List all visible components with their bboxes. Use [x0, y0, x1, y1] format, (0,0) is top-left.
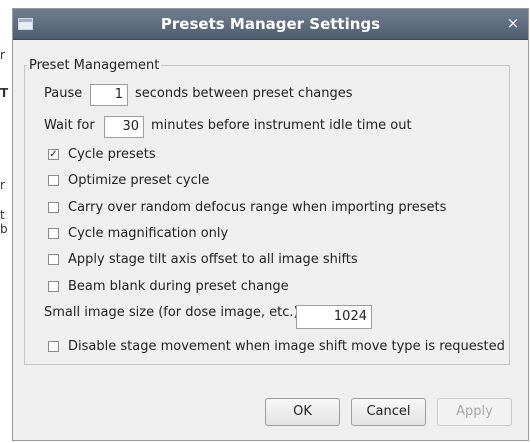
small-image-size-input[interactable]: 1024: [296, 305, 372, 329]
wait-suffix-label: minutes before instrument idle time out: [151, 118, 412, 133]
wait-label: Wait for: [44, 118, 95, 133]
small-image-size-label: Small image size (for dose image, etc.): [44, 305, 299, 320]
checkbox-box[interactable]: [48, 254, 59, 265]
checkbox-label: Cycle magnification only: [68, 226, 229, 241]
group-title: Preset Management: [29, 58, 160, 73]
background-text-fragment: t: [0, 208, 5, 222]
checkbox-label: Beam blank during preset change: [68, 279, 289, 294]
apply-button[interactable]: Apply: [437, 398, 512, 426]
title-bar[interactable]: Presets Manager Settings ×: [13, 9, 528, 40]
background-text-fragment: b: [0, 222, 8, 236]
checkbox-box[interactable]: [48, 228, 59, 239]
idle-timeout-input[interactable]: 30: [104, 116, 144, 138]
checkbox-box[interactable]: [48, 175, 59, 186]
dialog-title: Presets Manager Settings: [160, 15, 381, 33]
pause-label: Pause: [44, 86, 83, 101]
cancel-button[interactable]: Cancel: [351, 398, 426, 426]
checkbox-label: Optimize preset cycle: [68, 173, 210, 188]
background-text-fragment: r: [0, 178, 5, 192]
checkbox-label: Apply stage tilt axis offset to all imag…: [68, 252, 358, 267]
checkbox-label: Cycle presets: [68, 147, 156, 162]
ok-button[interactable]: OK: [265, 398, 340, 426]
background-text-fragment: T: [0, 86, 9, 100]
checkbox-label: Carry over random defocus range when imp…: [68, 200, 447, 215]
checkbox-label: Disable stage movement when image shift …: [68, 339, 505, 354]
checkbox-box[interactable]: [48, 202, 59, 213]
checkbox-box[interactable]: ✓: [48, 149, 59, 160]
background-text-fragment: r: [0, 48, 5, 62]
pause-suffix-label: seconds between preset changes: [135, 86, 353, 101]
pause-seconds-input[interactable]: 1: [90, 84, 128, 106]
checkbox-box[interactable]: [48, 341, 59, 352]
close-icon[interactable]: ×: [504, 14, 522, 32]
checkbox-box[interactable]: [48, 281, 59, 292]
